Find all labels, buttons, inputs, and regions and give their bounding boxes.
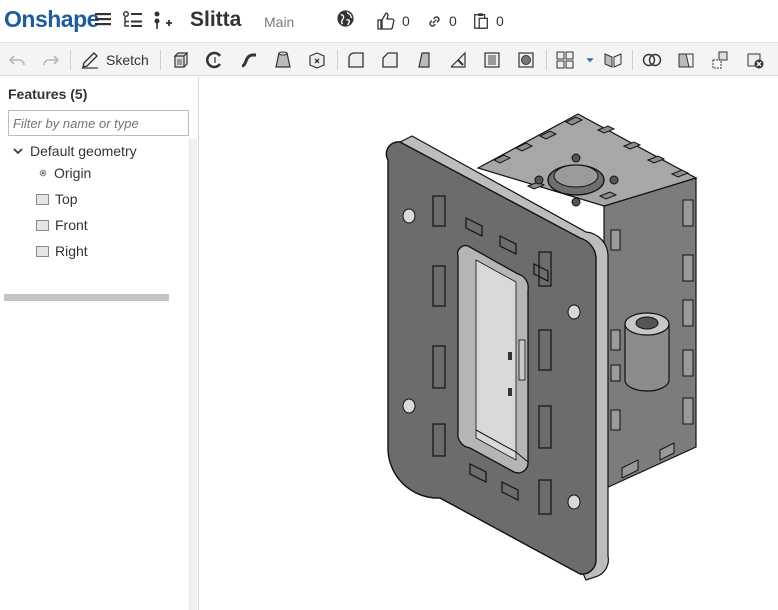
like-stat[interactable]: 0: [376, 11, 410, 31]
mirror-button[interactable]: [601, 48, 625, 72]
link-icon: [429, 15, 440, 27]
revolve-icon: [206, 51, 222, 69]
plane-icon: [36, 193, 49, 205]
pattern-dropdown[interactable]: [578, 48, 602, 72]
side-cylinder-hole: [635, 316, 659, 330]
thicken-button[interactable]: [305, 48, 329, 72]
hole-button[interactable]: [514, 48, 538, 72]
split-button[interactable]: [674, 48, 698, 72]
insert-icon[interactable]: [152, 9, 174, 31]
tree-item-right-plane[interactable]: Right: [36, 241, 88, 261]
origin-icon: [39, 169, 47, 177]
features-title: Features (5): [8, 86, 88, 102]
pencil-icon: [82, 52, 98, 69]
tree-item-front-plane[interactable]: Front: [36, 215, 88, 235]
menu-icon[interactable]: [92, 9, 114, 31]
feature-toolbar: Sketch: [0, 42, 778, 76]
boolean-button[interactable]: [640, 48, 664, 72]
fillet-button[interactable]: [344, 48, 368, 72]
plane-icon: [36, 219, 49, 231]
toolbar-divider: [160, 50, 161, 70]
toolbar-divider: [337, 50, 338, 70]
transform-icon: [712, 51, 728, 69]
rib-icon: [450, 51, 466, 68]
screw-hole: [534, 175, 544, 185]
tree-item-label: Right: [55, 243, 88, 259]
tree-group-default-geometry[interactable]: Default geometry: [12, 141, 137, 161]
thumbs-up-icon: [377, 12, 395, 30]
hole-icon: [518, 52, 534, 68]
undo-button[interactable]: [6, 48, 30, 72]
redo-icon: [43, 55, 60, 66]
copy-count: 0: [496, 13, 504, 29]
part-model[interactable]: [200, 77, 778, 610]
tree-group-label: Default geometry: [30, 143, 137, 159]
feature-list-icon[interactable]: [122, 9, 144, 31]
sketch-button[interactable]: Sketch: [80, 48, 149, 72]
split-icon: [678, 53, 694, 68]
draft-icon: [418, 52, 430, 68]
vertical-scrollbar[interactable]: [189, 139, 197, 610]
extrude-button[interactable]: [169, 48, 193, 72]
document-title[interactable]: Slitta: [190, 8, 241, 32]
extrude-icon: [173, 52, 189, 68]
onshape-app: Onshape Slitta Main 0 0 0 Sketch Feature…: [0, 0, 778, 610]
inner-tab: [508, 352, 512, 360]
shell-icon: [484, 52, 500, 68]
tree-item-label: Origin: [54, 165, 92, 181]
thicken-icon: [309, 52, 325, 69]
redo-button[interactable]: [38, 48, 62, 72]
like-count: 0: [402, 13, 410, 29]
delete-part-icon: [747, 53, 764, 69]
boolean-icon: [642, 53, 662, 67]
branch-name[interactable]: Main: [264, 14, 294, 30]
toolbar-divider: [546, 50, 547, 70]
caret-down-icon: [586, 58, 594, 63]
screw-hole: [571, 197, 581, 207]
copy-stat[interactable]: 0: [472, 11, 504, 31]
rib-button[interactable]: [446, 48, 470, 72]
graphics-viewport[interactable]: [200, 77, 778, 610]
mirror-icon: [604, 53, 622, 68]
sweep-button[interactable]: [237, 48, 261, 72]
delete-part-button[interactable]: [743, 48, 767, 72]
sketch-label: Sketch: [106, 52, 149, 68]
screw-hole: [609, 175, 619, 185]
feature-filter-input[interactable]: [8, 110, 189, 136]
link-count: 0: [449, 13, 457, 29]
revolve-button[interactable]: [203, 48, 227, 72]
undo-icon: [8, 55, 25, 66]
fillet-icon: [348, 52, 364, 68]
pattern-button[interactable]: [553, 48, 577, 72]
linear-pattern-icon: [556, 51, 574, 69]
feature-list-panel: Features (5) Default geometry Origin Top…: [0, 77, 199, 610]
screw-hole: [571, 153, 581, 163]
toolbar-divider: [632, 50, 633, 70]
horizontal-scrollbar[interactable]: [4, 294, 169, 301]
tree-item-label: Top: [55, 191, 78, 207]
onshape-logo[interactable]: Onshape: [4, 6, 99, 33]
globe-icon[interactable]: [334, 9, 356, 31]
inner-tab: [518, 339, 526, 381]
plane-icon: [36, 245, 49, 257]
inner-tab: [508, 388, 512, 396]
chevron-down-icon[interactable]: [12, 145, 24, 157]
tree-item-top-plane[interactable]: Top: [36, 189, 78, 209]
loft-icon: [275, 51, 291, 68]
shell-button[interactable]: [480, 48, 504, 72]
sweep-icon: [241, 53, 256, 68]
chamfer-button[interactable]: [378, 48, 402, 72]
top-header: Onshape Slitta Main 0 0 0: [0, 0, 778, 42]
tree-item-label: Front: [55, 217, 88, 233]
link-stat[interactable]: 0: [426, 11, 457, 31]
loft-button[interactable]: [271, 48, 295, 72]
transform-button[interactable]: [708, 48, 732, 72]
clipboard-icon: [474, 13, 488, 29]
tree-item-origin[interactable]: Origin: [38, 163, 91, 183]
draft-button[interactable]: [412, 48, 436, 72]
toolbar-divider: [70, 50, 71, 70]
top-boss-hole: [553, 164, 599, 188]
chamfer-icon: [382, 52, 398, 68]
